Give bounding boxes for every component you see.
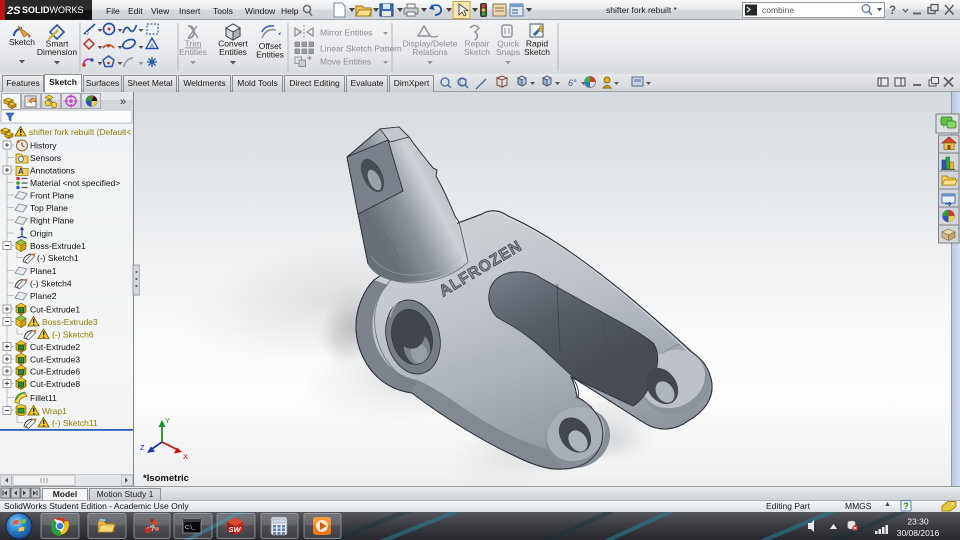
svg-text:shifter fork rebuilt (Default: shifter fork rebuilt (Default< [29,127,131,137]
svg-text:Cut-Extrude1: Cut-Extrude1 [30,305,80,315]
svg-text:Entities: Entities [179,47,207,57]
svg-text:2S: 2S [6,5,21,17]
svg-text:Dimension: Dimension [37,47,77,57]
svg-text:»: » [120,96,126,108]
svg-text:History: History [30,141,57,151]
svg-text:30/08/2016: 30/08/2016 [897,528,940,538]
svg-text:Origin: Origin [30,229,53,239]
svg-text:?: ? [903,501,909,511]
svg-text:Plane2: Plane2 [30,291,57,301]
svg-text:Relations: Relations [412,47,447,57]
svg-text:Snaps: Snaps [496,47,520,57]
svg-text:Wrap1: Wrap1 [42,406,67,416]
svg-text:Plane1: Plane1 [30,266,57,276]
svg-text:(-) Sketch6: (-) Sketch6 [52,330,94,340]
svg-text:(-) Sketch11: (-) Sketch11 [52,418,98,428]
svg-text:C:\_: C:\_ [185,525,196,531]
svg-text:combine: combine [762,5,794,15]
svg-text:Boss-Extrude1: Boss-Extrude1 [30,241,86,251]
svg-text:Right Plane: Right Plane [30,216,74,226]
svg-text:Help: Help [281,6,299,16]
svg-text:File: File [106,6,120,16]
svg-text:Tools: Tools [213,6,233,16]
svg-text:Sensors: Sensors [30,153,61,163]
svg-text:Annotations: Annotations [30,166,75,176]
svg-text:Y: Y [165,416,170,425]
svg-text:Insert: Insert [179,6,201,16]
svg-text:Z: Z [140,443,145,452]
svg-text:Cut-Extrude2: Cut-Extrude2 [30,342,80,352]
svg-text:SW: SW [229,525,242,534]
svg-text:Sketch: Sketch [524,47,550,57]
svg-text:Linear Sketch Pattern: Linear Sketch Pattern [320,44,402,54]
svg-text:Top Plane: Top Plane [30,203,68,213]
svg-text:Material <not specified>: Material <not specified> [30,178,120,188]
svg-text:Sketch: Sketch [9,37,35,47]
svg-text:(-) Sketch4: (-) Sketch4 [30,279,72,289]
svg-text:SOLIDWORKS: SOLIDWORKS [22,5,84,15]
svg-text:6°: 6° [568,78,577,88]
svg-text:Entities: Entities [219,47,247,57]
svg-text:Cut-Extrude6: Cut-Extrude6 [30,367,80,377]
svg-text:A: A [150,43,155,50]
svg-text:Fillet11: Fillet11 [30,393,57,403]
svg-text:Entities: Entities [256,50,284,60]
svg-text:X: X [183,452,188,461]
svg-text:A: A [18,167,24,176]
svg-text:23:30: 23:30 [907,517,929,527]
svg-text:(-) Sketch1: (-) Sketch1 [37,253,79,263]
svg-text:shifter fork rebuilt *: shifter fork rebuilt * [606,5,678,15]
svg-text:View: View [151,6,170,16]
svg-text:Boss-Extrude3: Boss-Extrude3 [42,317,98,327]
svg-text:Move Entities: Move Entities [320,57,371,67]
svg-text:Mirror Entities: Mirror Entities [320,28,372,38]
svg-text:?: ? [889,5,896,17]
svg-text:Cut-Extrude3: Cut-Extrude3 [30,355,80,365]
svg-text:Sketch: Sketch [464,47,490,57]
svg-text:Front Plane: Front Plane [30,191,74,201]
svg-text:Edit: Edit [128,6,143,16]
svg-text:Cut-Extrude8: Cut-Extrude8 [30,379,80,389]
svg-text:Window: Window [245,6,276,16]
